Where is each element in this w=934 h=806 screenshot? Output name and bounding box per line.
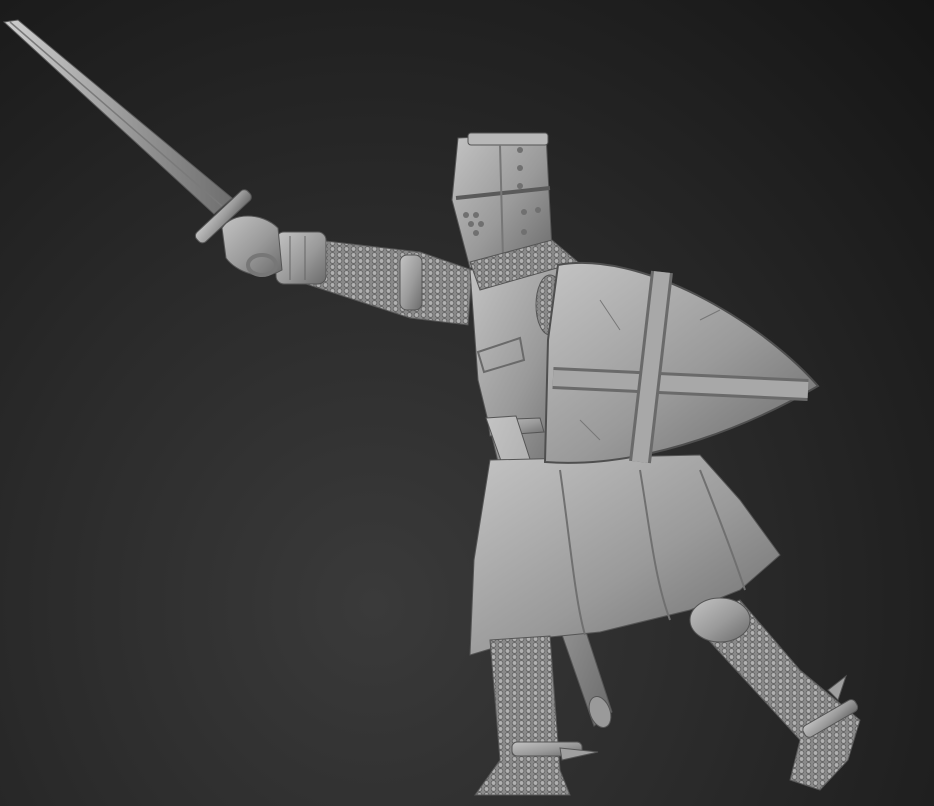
sword-icon xyxy=(2,19,252,244)
render-viewport xyxy=(0,0,934,806)
shield-icon xyxy=(543,262,820,464)
sword-arm xyxy=(221,215,473,326)
knight-sculpt xyxy=(2,19,861,796)
